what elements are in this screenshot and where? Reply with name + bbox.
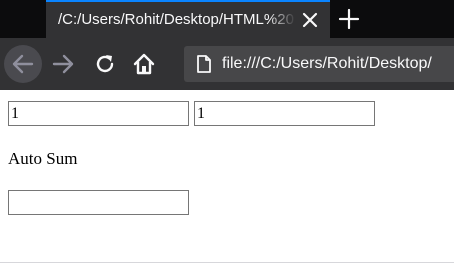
page-icon <box>194 54 214 74</box>
plus-icon[interactable] <box>338 8 360 30</box>
auto-sum-label: Auto Sum <box>8 149 78 168</box>
arrow-right-icon <box>52 54 74 74</box>
reload-icon <box>96 55 114 73</box>
tab-title: /C:/Users/Rohit/Desktop/HTML%20 <box>58 11 294 28</box>
forward-button[interactable] <box>50 51 76 77</box>
page-content: Auto Sum <box>0 90 454 264</box>
url-bar[interactable]: file:///C:/Users/Rohit/Desktop/ <box>184 46 454 82</box>
home-button[interactable] <box>131 51 157 77</box>
close-icon[interactable] <box>300 10 320 30</box>
divider <box>0 262 454 263</box>
first-number-input[interactable] <box>8 101 189 126</box>
second-number-input[interactable] <box>194 101 375 126</box>
home-icon <box>133 53 155 75</box>
back-button[interactable] <box>4 45 42 83</box>
tab-strip: /C:/Users/Rohit/Desktop/HTML%20 <box>0 0 454 38</box>
active-tab[interactable]: /C:/Users/Rohit/Desktop/HTML%20 <box>46 0 330 38</box>
arrow-left-icon <box>12 54 34 74</box>
navigation-toolbar: file:///C:/Users/Rohit/Desktop/ <box>0 38 454 90</box>
reload-button[interactable] <box>92 51 118 77</box>
url-text[interactable]: file:///C:/Users/Rohit/Desktop/ <box>222 55 452 73</box>
sum-result-input[interactable] <box>8 190 189 215</box>
